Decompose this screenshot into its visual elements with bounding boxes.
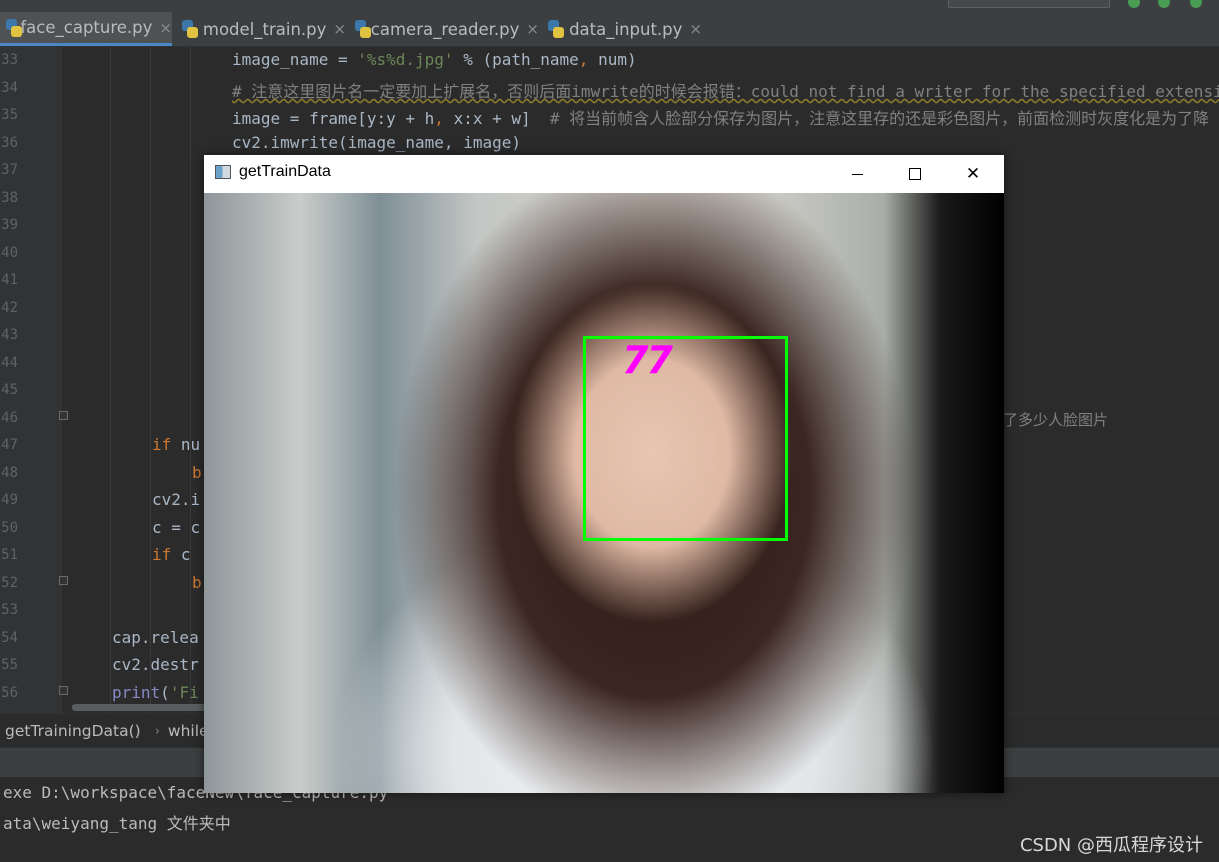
code-line: cap.relea xyxy=(112,628,199,647)
app-icon xyxy=(215,165,231,179)
tab-model-train[interactable]: model_train.py × xyxy=(176,12,346,46)
minimize-button[interactable] xyxy=(828,155,886,193)
code-line: cv2.imwrite(image_name, image) xyxy=(232,133,521,152)
code-line: cv2.destr xyxy=(112,655,199,674)
breadcrumb-statement[interactable]: while xyxy=(168,722,209,740)
line-number: 51 xyxy=(1,547,18,563)
indent-guide xyxy=(110,47,111,713)
code-comment-line: # 注意这里图片名一定要加上扩展名，否则后面imwrite的时候会报错：coul… xyxy=(232,82,1219,101)
code-line: b xyxy=(192,573,202,592)
fold-marker[interactable] xyxy=(59,576,68,585)
line-number-gutter: 33 34 35 36 37 38 39 40 41 42 43 44 45 4… xyxy=(0,47,62,713)
code-line: if c xyxy=(152,545,201,564)
debug-icon[interactable] xyxy=(1158,0,1170,8)
horizontal-scrollbar[interactable] xyxy=(72,704,212,711)
close-button[interactable]: ✕ xyxy=(944,155,1002,193)
code-line: image_name = '%s%d.jpg' % (path_name, nu… xyxy=(232,50,637,69)
line-number: 45 xyxy=(1,382,18,398)
line-number: 40 xyxy=(1,245,18,261)
line-number: 37 xyxy=(1,162,18,178)
tab-label: model_train.py xyxy=(202,19,327,39)
close-icon[interactable]: × xyxy=(526,20,539,38)
line-number: 54 xyxy=(1,630,18,646)
console-line: ata\weiyang_tang 文件夹中 xyxy=(3,814,231,833)
line-number: 50 xyxy=(1,520,18,536)
tab-label: face_capture.py xyxy=(20,18,153,37)
close-icon[interactable]: × xyxy=(159,19,172,37)
close-icon[interactable]: × xyxy=(333,20,346,38)
code-comment-fragment: 了多少人脸图片 xyxy=(1003,411,1109,429)
face-detection-box xyxy=(583,336,788,541)
code-line: c = c xyxy=(152,518,201,537)
line-number: 41 xyxy=(1,272,18,288)
window-titlebar[interactable]: getTrainData ✕ xyxy=(204,155,1004,193)
line-number: 33 xyxy=(1,52,18,68)
line-number: 34 xyxy=(1,80,18,96)
watermark: CSDN @西瓜程序设计 xyxy=(1019,835,1203,856)
code-line: b xyxy=(192,463,202,482)
breadcrumb-function[interactable]: getTrainingData() xyxy=(5,722,141,740)
tab-data-input[interactable]: data_input.py × xyxy=(542,12,702,46)
line-number: 46 xyxy=(1,410,18,426)
line-number: 43 xyxy=(1,327,18,343)
camera-frame-image: 77 xyxy=(204,193,1004,793)
line-number: 56 xyxy=(1,685,18,701)
indent-guide xyxy=(190,47,191,713)
code-line: image = frame[y:y + h, x:x + w] # 将当前帧含人… xyxy=(232,109,1210,128)
run-icon[interactable] xyxy=(1128,0,1140,8)
coverage-icon[interactable] xyxy=(1190,0,1202,8)
line-number: 36 xyxy=(1,135,18,151)
editor-tab-bar: face_capture.py × model_train.py × camer… xyxy=(0,12,1219,47)
line-number: 38 xyxy=(1,190,18,206)
fold-marker[interactable] xyxy=(59,686,68,695)
window-title: getTrainData xyxy=(239,163,331,180)
line-number: 52 xyxy=(1,575,18,591)
python-file-icon xyxy=(6,18,22,37)
minimize-icon xyxy=(851,173,863,175)
python-file-icon xyxy=(548,20,564,38)
maximize-icon xyxy=(909,168,921,180)
line-number: 42 xyxy=(1,300,18,316)
line-number: 53 xyxy=(1,602,18,618)
close-icon[interactable]: × xyxy=(689,20,702,38)
tab-label: data_input.py xyxy=(569,19,683,39)
capture-count-label: 77 xyxy=(622,338,673,382)
code-line: print('Fi xyxy=(112,683,199,702)
python-file-icon xyxy=(182,20,198,38)
indent-guide xyxy=(150,47,151,713)
run-configuration-select[interactable] xyxy=(948,0,1110,8)
tab-camera-reader[interactable]: camera_reader.py × xyxy=(349,12,539,46)
tab-face-capture[interactable]: face_capture.py × xyxy=(0,12,172,46)
chevron-right-icon: › xyxy=(154,723,160,739)
fold-marker[interactable] xyxy=(59,411,68,420)
code-line: cv2.i xyxy=(152,490,201,509)
line-number: 55 xyxy=(1,657,18,673)
maximize-button[interactable] xyxy=(886,155,944,193)
opencv-window[interactable]: getTrainData ✕ 77 xyxy=(204,155,1004,793)
tab-label: camera_reader.py xyxy=(370,19,520,39)
line-number: 49 xyxy=(1,492,18,508)
line-number: 35 xyxy=(1,107,18,123)
code-line: if nu xyxy=(152,435,201,454)
python-file-icon xyxy=(355,20,371,38)
line-number: 48 xyxy=(1,465,18,481)
line-number: 39 xyxy=(1,217,18,233)
line-number: 47 xyxy=(1,437,18,453)
close-icon: ✕ xyxy=(965,164,981,184)
line-number: 44 xyxy=(1,355,18,371)
